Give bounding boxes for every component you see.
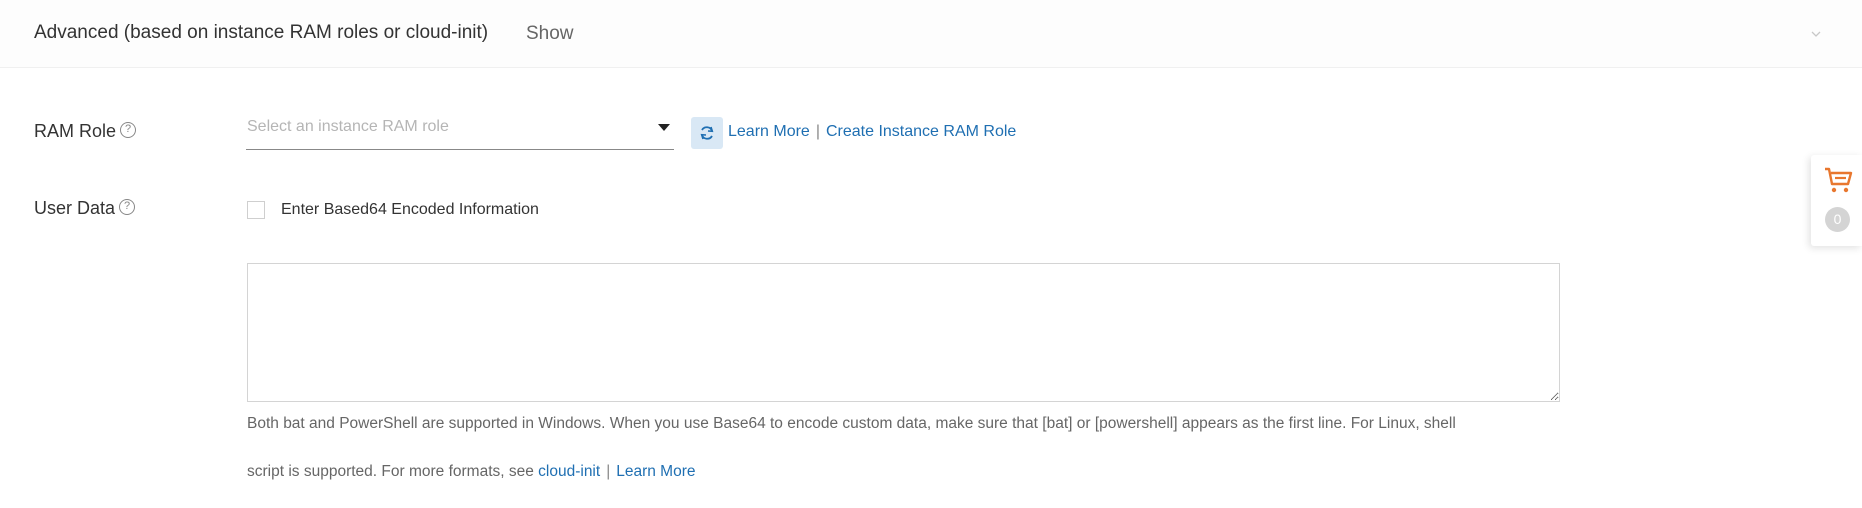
user-data-label: User Data: [34, 198, 116, 218]
user-data-help-line-2: script is supported. For more formats, s…: [247, 463, 539, 480]
link-separator: |: [606, 463, 611, 480]
advanced-section-title: Advanced (based on instance RAM roles or…: [34, 22, 489, 43]
chevron-down-icon[interactable]: [1810, 28, 1822, 40]
show-advanced-toggle[interactable]: Show: [526, 23, 574, 45]
create-instance-ram-role-link[interactable]: Create Instance RAM Role: [826, 123, 1016, 140]
learn-more-link[interactable]: Learn More: [728, 123, 810, 140]
ram-role-select-placeholder: Select an instance RAM role: [247, 118, 449, 135]
cloud-init-link[interactable]: cloud-init: [538, 463, 600, 480]
ram-role-links: Learn More | Create Instance RAM Role: [728, 123, 1016, 141]
base64-encoded-checkbox-label[interactable]: Enter Based64 Encoded Information: [281, 201, 539, 219]
user-data-textarea[interactable]: [247, 263, 1560, 402]
shopping-cart-icon[interactable]: [1823, 165, 1853, 195]
user-data-label-group: User Data?: [34, 198, 136, 219]
refresh-icon: [700, 126, 714, 140]
help-icon[interactable]: ?: [120, 122, 137, 139]
user-data-help-line-2-group: script is supported. For more formats, s…: [247, 463, 695, 481]
learn-more-link[interactable]: Learn More: [616, 463, 695, 480]
user-data-help-line-1: Both bat and PowerShell are supported in…: [247, 415, 1456, 432]
help-icon[interactable]: ?: [119, 199, 136, 216]
caret-down-icon: [658, 124, 670, 131]
base64-encoded-checkbox[interactable]: [247, 201, 265, 219]
ram-role-label: RAM Role: [34, 121, 117, 141]
refresh-ram-roles-button[interactable]: [691, 117, 723, 149]
ram-role-label-group: RAM Role?: [34, 121, 137, 142]
cart-widget[interactable]: 0: [1811, 155, 1862, 246]
ram-role-select[interactable]: Select an instance RAM role: [246, 116, 674, 150]
advanced-section-header[interactable]: Advanced (based on instance RAM roles or…: [0, 0, 1862, 68]
link-separator: |: [815, 123, 820, 140]
cart-count-badge: 0: [1825, 207, 1850, 232]
